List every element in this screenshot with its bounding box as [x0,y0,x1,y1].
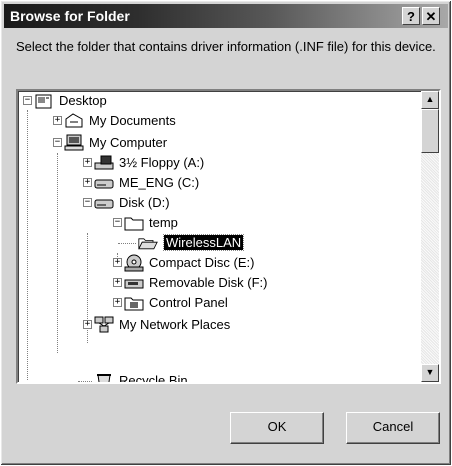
tree-item-label: Desktop [59,93,107,108]
control-panel-icon [124,297,144,311]
tree-item-label: temp [149,215,178,230]
floppy-drive-icon [94,155,114,170]
tree-item-label: ME_ENG (C:) [119,175,200,190]
scroll-down-arrow-icon[interactable]: ▼ [421,364,439,382]
cancel-button[interactable]: Cancel [346,412,440,444]
collapse-toggle[interactable]: − [23,96,32,105]
tree-item-label: Removable Disk (F:) [149,275,268,290]
expand-toggle[interactable]: + [113,258,122,267]
expand-toggle[interactable]: + [113,278,122,287]
folder-tree[interactable]: − Desktop + My Documents − My Computer +… [16,89,441,384]
close-button[interactable]: ✕ [422,7,440,25]
tree-item-label: Recycle Bin [119,373,188,384]
expand-toggle[interactable]: + [113,298,122,307]
collapse-toggle[interactable]: − [53,138,62,147]
expand-toggle[interactable]: + [83,320,92,329]
tree-item-label: My Documents [89,113,176,128]
cd-drive-icon [124,254,144,272]
expand-toggle[interactable]: + [83,178,92,187]
expand-toggle[interactable]: + [83,158,92,167]
window-title: Browse for Folder [10,8,130,24]
hard-drive-icon [94,179,114,189]
tree-item-label: 3½ Floppy (A:) [119,155,205,170]
open-folder-icon [138,238,158,250]
desktop-icon [35,94,52,109]
recycle-bin-icon [97,374,111,382]
folder-icon [124,217,144,231]
hard-drive-icon [94,199,114,209]
tree-item-label: Control Panel [149,295,228,310]
ok-button[interactable]: OK [230,412,324,444]
tree-item-label: Compact Disc (E:) [149,255,255,270]
removable-disk-icon [124,279,144,289]
network-places-icon [94,316,114,333]
tree-line [78,381,92,382]
tree-line [118,243,136,244]
expand-toggle[interactable]: + [53,116,62,125]
documents-folder-icon [65,113,83,128]
collapse-toggle[interactable]: − [83,198,92,207]
browse-for-folder-dialog: Browse for Folder ? ✕ Select the folder … [0,0,452,466]
collapse-toggle[interactable]: − [113,218,122,227]
scroll-thumb[interactable] [421,109,439,153]
computer-icon [64,134,84,151]
scroll-up-arrow-icon[interactable]: ▲ [421,91,439,109]
tree-item-label: Disk (D:) [119,195,170,210]
tree-line [27,110,28,380]
instructions-text: Select the folder that contains driver i… [16,39,436,54]
tree-line [57,153,58,353]
vertical-scrollbar[interactable]: ▲ ▼ [421,91,439,382]
tree-item-label: My Network Places [119,317,231,332]
tree-item-label: My Computer [89,135,168,150]
help-button[interactable]: ? [402,7,420,25]
title-bar[interactable]: Browse for Folder ? ✕ [4,4,448,28]
tree-item-label: WirelessLAN [162,234,245,251]
